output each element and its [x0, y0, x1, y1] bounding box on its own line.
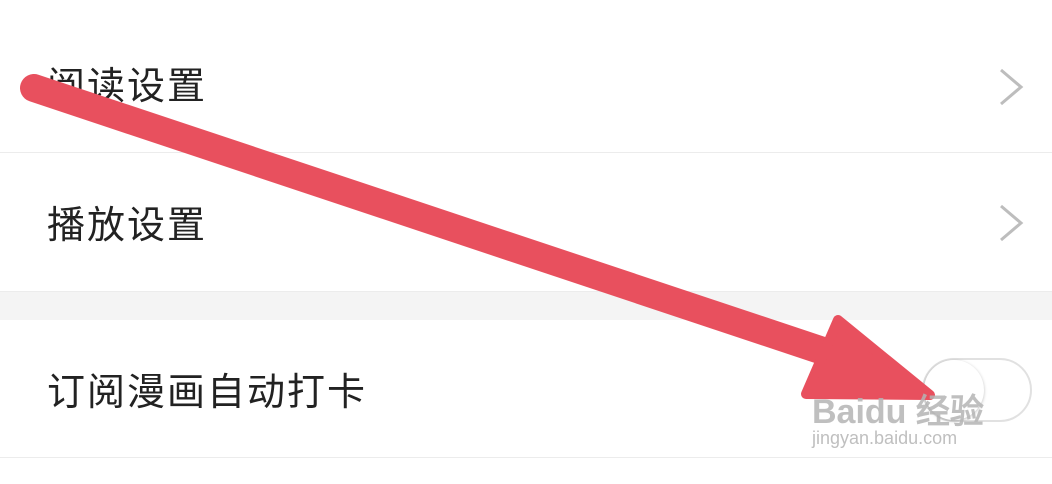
- chevron-right-icon: [998, 67, 1024, 107]
- auto-checkin-toggle[interactable]: [922, 358, 1032, 422]
- section-divider: [0, 292, 1052, 320]
- settings-item-label: 阅读设置: [47, 64, 208, 108]
- chevron-right-icon: [998, 203, 1024, 243]
- settings-item-label: 播放设置: [47, 203, 208, 247]
- list-bottom: [0, 458, 1052, 484]
- settings-item-label: 订阅漫画自动打卡: [47, 370, 368, 414]
- settings-item-auto-checkin: 订阅漫画自动打卡: [0, 320, 1052, 458]
- settings-item-playback[interactable]: 播放设置: [0, 153, 1052, 292]
- toggle-knob: [924, 360, 984, 420]
- settings-item-reading[interactable]: 阅读设置: [0, 0, 1052, 153]
